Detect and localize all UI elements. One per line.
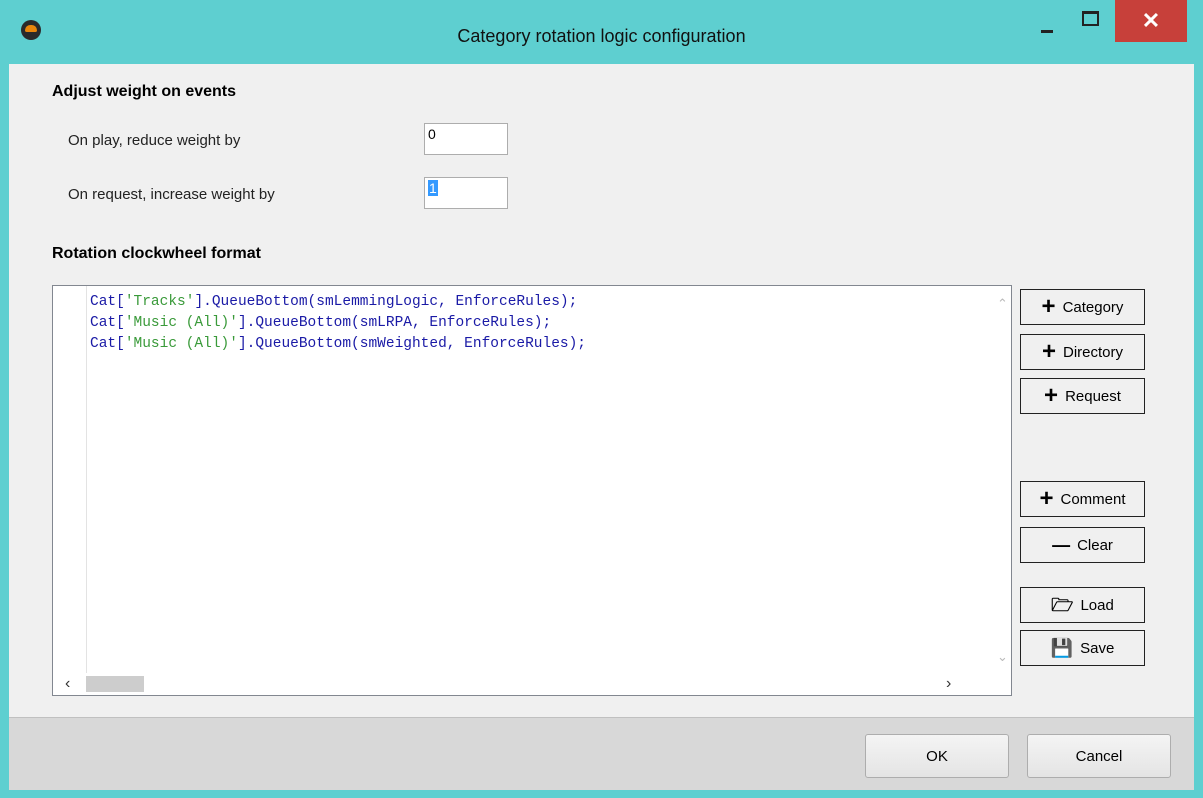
plus-icon: +	[1039, 485, 1054, 512]
cancel-button[interactable]: Cancel	[1027, 734, 1171, 778]
close-button[interactable]: ✕	[1115, 0, 1187, 42]
code-token: ].QueueBottom(smLemmingLogic, EnforceRul…	[194, 294, 578, 310]
scroll-up-icon[interactable]: ⌃	[997, 296, 1008, 312]
vertical-scrollbar[interactable]: ⌃ ⌄	[993, 286, 1011, 673]
scroll-down-icon[interactable]: ⌄	[997, 649, 1008, 665]
plus-icon: +	[1044, 382, 1059, 409]
play-weight-value: 0	[428, 126, 436, 142]
plus-icon: +	[1041, 293, 1056, 320]
request-weight-label: On request, increase weight by	[68, 186, 275, 203]
code-string: 'Music (All)'	[124, 315, 238, 331]
add-directory-button[interactable]: + Directory	[1020, 334, 1145, 370]
minus-icon: —	[1052, 535, 1071, 555]
add-category-label: Category	[1062, 298, 1124, 316]
request-weight-input[interactable]: 1	[424, 177, 508, 209]
events-heading: Adjust weight on events	[52, 83, 237, 100]
code-line[interactable]: Cat['Tracks'].QueueBottom(smLemmingLogic…	[90, 292, 586, 313]
add-comment-label: Comment	[1060, 490, 1126, 508]
add-directory-label: Directory	[1063, 343, 1124, 361]
dialog-body: Adjust weight on events On play, reduce …	[9, 64, 1194, 790]
disk-icon: 💾	[1050, 638, 1074, 658]
ok-label: OK	[926, 747, 948, 765]
code-token: Cat[	[90, 315, 125, 331]
add-request-button[interactable]: + Request	[1020, 378, 1145, 414]
folder-icon: 🗁	[1051, 595, 1074, 615]
code-token: Cat[	[90, 336, 125, 352]
play-weight-input[interactable]: 0	[424, 123, 508, 155]
button-bar: OK Cancel	[9, 717, 1194, 790]
load-button[interactable]: 🗁 Load	[1020, 587, 1145, 623]
load-label: Load	[1080, 596, 1114, 614]
play-weight-label: On play, reduce weight by	[68, 132, 241, 149]
add-category-button[interactable]: + Category	[1020, 289, 1145, 325]
code-token: ].QueueBottom(smLRPA, EnforceRules);	[237, 315, 552, 331]
clear-label: Clear	[1077, 536, 1113, 554]
cancel-label: Cancel	[1075, 747, 1123, 765]
code-string: 'Tracks'	[124, 294, 195, 310]
maximize-button[interactable]	[1068, 6, 1108, 36]
save-label: Save	[1080, 639, 1115, 657]
window-title: Category rotation logic configuration	[457, 26, 746, 46]
code-lines[interactable]: Cat['Tracks'].QueueBottom(smLemmingLogic…	[90, 292, 586, 355]
save-button[interactable]: 💾 Save	[1020, 630, 1145, 666]
code-token: Cat[	[90, 294, 125, 310]
add-comment-button[interactable]: + Comment	[1020, 481, 1145, 517]
editor-gutter	[53, 286, 87, 673]
horizontal-scrollbar[interactable]: ‹ ›	[53, 673, 1011, 695]
clear-button[interactable]: — Clear	[1020, 527, 1145, 563]
title-bar[interactable]: Category rotation logic configuration ✕	[0, 0, 1203, 64]
code-line[interactable]: Cat['Music (All)'].QueueBottom(smWeighte…	[90, 334, 586, 355]
code-token: ].QueueBottom(smWeighted, EnforceRules);	[237, 336, 586, 352]
scroll-left-icon[interactable]: ‹	[65, 675, 70, 693]
horizontal-scroll-thumb[interactable]	[86, 676, 144, 692]
close-icon: ✕	[1141, 8, 1161, 33]
request-weight-value: 1	[428, 180, 438, 196]
minimize-button[interactable]	[1032, 14, 1062, 40]
add-request-label: Request	[1065, 387, 1121, 405]
ok-button[interactable]: OK	[865, 734, 1009, 778]
code-string: 'Music (All)'	[124, 336, 238, 352]
rotation-heading: Rotation clockwheel format	[52, 245, 261, 262]
plus-icon: +	[1041, 338, 1056, 365]
dialog-window: Category rotation logic configuration ✕ …	[0, 0, 1203, 798]
scroll-right-icon[interactable]: ›	[946, 675, 951, 693]
code-line[interactable]: Cat['Music (All)'].QueueBottom(smLRPA, E…	[90, 313, 586, 334]
clockwheel-editor[interactable]: Cat['Tracks'].QueueBottom(smLemmingLogic…	[52, 285, 1012, 696]
